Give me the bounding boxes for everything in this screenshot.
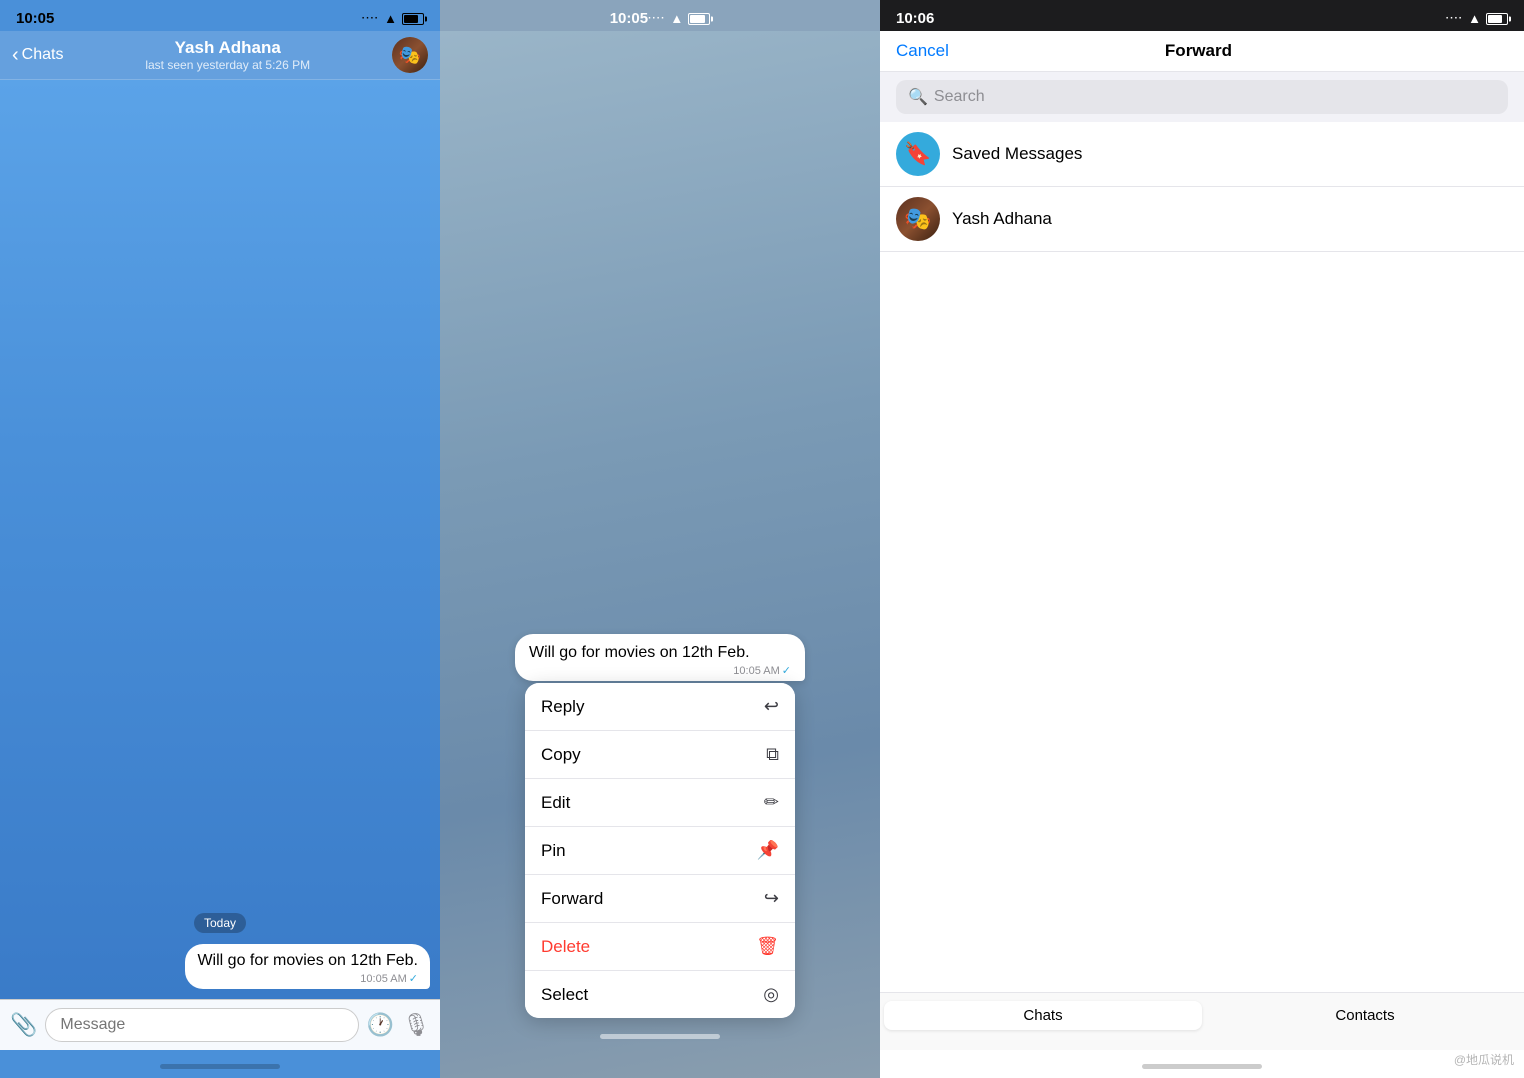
pin-icon: 📌 [757,840,779,861]
signal-icon-3: ···· [1446,13,1463,24]
blurred-bg: Will go for movies on 12th Feb. 10:05 AM… [440,31,880,1078]
user-name: Yash Adhana [952,209,1052,229]
time-3: 10:06 [896,10,934,27]
back-label: Chats [22,46,64,64]
home-indicator-1 [0,1050,440,1078]
edit-icon: ✏ [764,792,779,813]
context-edit[interactable]: Edit ✏ [525,779,795,827]
message-input[interactable] [45,1008,358,1042]
pin-label: Pin [541,841,566,861]
mic-icon[interactable]: 🎙 [402,1012,430,1038]
message-bubble-2: Will go for movies on 12th Feb. 10:05 AM… [515,634,805,681]
context-copy[interactable]: Copy ⧉ [525,731,795,779]
battery-icon-3 [1486,13,1508,25]
status-icons-3: ···· ▲ [1446,11,1508,26]
context-select[interactable]: Select ◎ [525,971,795,1018]
status-bar-1: 10:05 ···· ▲ [0,0,440,31]
wifi-icon-3: ▲ [1468,11,1481,26]
context-forward[interactable]: Forward ↪ [525,875,795,923]
saved-messages-name: Saved Messages [952,144,1082,164]
sticker-icon[interactable]: 🕐 [367,1012,394,1038]
contact-item-saved[interactable]: 🔖 Saved Messages [880,122,1524,187]
search-bar[interactable]: 🔍 Search [896,80,1508,114]
time-1: 10:05 [16,10,54,27]
select-icon: ◎ [763,984,779,1005]
reply-icon: ↩ [764,696,779,717]
back-button[interactable]: ‹ Chats [12,44,63,67]
contact-status: last seen yesterday at 5:26 PM [71,58,384,72]
status-bar-3: 10:06 ···· ▲ [880,0,1524,31]
contact-item-user[interactable]: 🎭 Yash Adhana [880,187,1524,252]
forward-label: Forward [541,889,603,909]
check-icon-2: ✓ [782,664,791,677]
copy-icon: ⧉ [766,744,779,765]
status-bar-2: 10:05 ···· ▲ [594,0,727,31]
date-badge: Today [10,914,430,932]
status-icons-1: ···· ▲ [362,11,424,26]
panel-forward: 10:06 ···· ▲ Cancel Forward 🔍 Search 🔖 S… [880,0,1524,1078]
search-placeholder: Search [934,88,985,106]
home-bar-2 [600,1034,720,1039]
forward-title: Forward [1165,41,1232,61]
home-indicator-2 [440,1018,880,1048]
context-reply[interactable]: Reply ↩ [525,683,795,731]
tab-chats[interactable]: Chats [884,1001,1202,1030]
panel-chat: 10:05 ···· ▲ ‹ Chats Yash Adhana last se… [0,0,440,1078]
context-pin[interactable]: Pin 📌 [525,827,795,875]
input-bar: 📎 🕐 🎙 [0,999,440,1050]
select-label: Select [541,985,588,1005]
delete-icon: 🗑 [756,936,779,957]
reply-label: Reply [541,697,584,717]
time-2: 10:05 [610,10,648,27]
chat-nav-bar: ‹ Chats Yash Adhana last seen yesterday … [0,31,440,80]
signal-icon: ···· [362,13,379,24]
battery-icon-2 [688,13,710,25]
contact-name: Yash Adhana [71,38,384,58]
user-avatar: 🎭 [896,197,940,241]
attachment-icon[interactable]: 📎 [10,1012,37,1038]
message-time: 10:05 AM [360,973,406,985]
user-avatar-emoji: 🎭 [904,206,931,232]
message-meta: 10:05 AM ✓ [197,972,418,985]
home-indicator-3 [880,1050,1524,1078]
battery-icon [402,13,424,25]
contact-info: Yash Adhana last seen yesterday at 5:26 … [71,38,384,72]
message-time-2: 10:05 AM [733,665,779,677]
signal-icon-2: ···· [648,13,665,24]
home-bar-1 [160,1064,280,1069]
check-mark-icon: ✓ [409,972,418,985]
avatar[interactable]: 🎭 [392,37,428,73]
context-delete[interactable]: Delete 🗑 [525,923,795,971]
avatar-image: 🎭 [392,37,428,73]
forward-nav: Cancel Forward [880,31,1524,72]
context-menu: Reply ↩ Copy ⧉ Edit ✏ Pin 📌 Forward ↪ De… [525,683,795,1018]
chat-body: Today Will go for movies on 12th Feb. 10… [0,80,440,999]
message-meta-2: 10:05 AM ✓ [529,664,791,677]
delete-label: Delete [541,937,590,957]
message-text: Will go for movies on 12th Feb. [197,952,418,969]
status-icons-2: ···· ▲ [648,11,710,26]
copy-label: Copy [541,745,581,765]
home-bar-3 [1142,1064,1262,1069]
contact-list: 🔖 Saved Messages 🎭 Yash Adhana [880,122,1524,992]
input-right-icons: 🕐 🎙 [367,1012,430,1038]
wifi-icon: ▲ [384,11,397,26]
wifi-icon-2: ▲ [670,11,683,26]
bottom-tabs: Chats Contacts [880,992,1524,1050]
tab-contacts[interactable]: Contacts [1206,1001,1524,1030]
message-bubble-2-inner: Will go for movies on 12th Feb. 10:05 AM… [515,634,805,681]
message-text-2: Will go for movies on 12th Feb. [529,644,750,661]
message-bubble[interactable]: Will go for movies on 12th Feb. 10:05 AM… [185,944,430,989]
saved-icon: 🔖 [904,141,931,167]
panel-context-menu: 10:05 ···· ▲ Will go for movies on 12th … [440,0,880,1078]
edit-label: Edit [541,793,570,813]
search-container: 🔍 Search [880,72,1524,122]
forward-icon: ↪ [764,888,779,909]
saved-messages-avatar: 🔖 [896,132,940,176]
watermark: @地瓜说机 [1454,1051,1514,1068]
cancel-button[interactable]: Cancel [896,41,949,61]
back-chevron-icon: ‹ [12,44,19,67]
search-icon: 🔍 [908,87,928,107]
